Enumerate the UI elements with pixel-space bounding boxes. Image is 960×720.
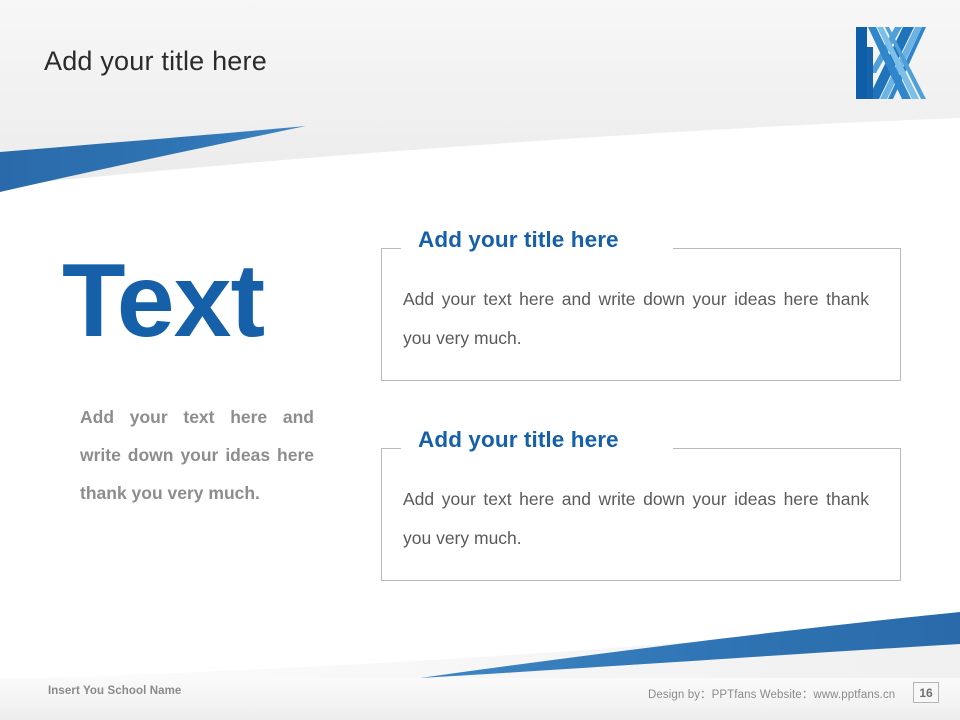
content-box-title: Add your title here [410, 427, 627, 453]
page-title: Add your title here [44, 46, 267, 76]
content-box-body: Add your text here and write down your i… [403, 489, 869, 548]
left-headline: Text [62, 243, 265, 359]
header-blue-swoosh [0, 126, 306, 192]
content-box-title: Add your title here [410, 227, 627, 253]
content-box-body: Add your text here and write down your i… [403, 289, 869, 348]
slide-canvas: Add your title here Text Add your text h… [0, 0, 960, 720]
content-box-1: Add your title here Add your text here a… [381, 227, 901, 381]
page-number-badge: 16 [913, 682, 939, 703]
header-background [0, 0, 960, 192]
header-gray-shape [0, 0, 960, 186]
footer-blue-swoosh [0, 612, 960, 682]
footer-school-name: Insert You School Name [48, 685, 182, 697]
left-body-text: Add your text here and write down your i… [80, 407, 314, 503]
footer-credit: Design by：PPTfans Website：www.pptfans.cn [648, 689, 896, 701]
content-box-2: Add your title here Add your text here a… [381, 427, 901, 581]
stylized-k-logo [856, 27, 926, 99]
